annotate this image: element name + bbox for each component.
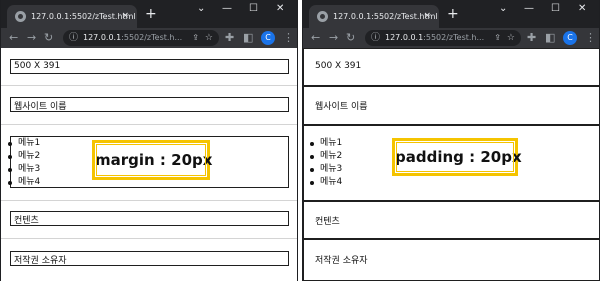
profile-avatar[interactable]: C bbox=[261, 31, 275, 45]
browser-window-padding: 127.0.0.1:5502/zTest.html × + ⌄ — ☐ ✕ ← … bbox=[302, 0, 600, 281]
share-icon[interactable]: ⇪ bbox=[494, 30, 501, 46]
nav-menu: 메뉴1 메뉴2 메뉴3 메뉴4 bbox=[7, 137, 40, 189]
browser-toolbar: ← → ↻ ⓘ 127.0.0.1:5502/zTest.h... ⇪ ☆ ✚ … bbox=[303, 28, 599, 48]
menu-item[interactable]: 메뉴2 bbox=[7, 150, 40, 163]
size-box: 500 X 391 bbox=[10, 59, 289, 74]
close-window-button[interactable]: ✕ bbox=[276, 2, 284, 16]
address-bar[interactable]: ⓘ 127.0.0.1:5502/zTest.h... ⇪ ☆ bbox=[63, 30, 219, 46]
divider bbox=[1, 238, 297, 239]
footer-box: 저작권 소유자 bbox=[10, 251, 289, 266]
tab-title: 127.0.0.1:5502/zTest.html bbox=[31, 12, 136, 21]
reload-icon[interactable]: ↻ bbox=[44, 28, 53, 48]
side-panel-icon[interactable]: ◧ bbox=[243, 28, 253, 48]
site-name-label: 웹사이트 이름 bbox=[14, 102, 67, 112]
url-text: 127.0.0.1:5502/zTest.h... bbox=[83, 33, 183, 42]
content-label: 컨텐츠 bbox=[315, 217, 340, 227]
content-box: 컨텐츠 bbox=[10, 211, 289, 226]
browser-toolbar: ← → ↻ ⓘ 127.0.0.1:5502/zTest.h... ⇪ ☆ ✚ … bbox=[1, 28, 297, 48]
maximize-button[interactable]: ☐ bbox=[249, 2, 258, 16]
globe-icon bbox=[317, 11, 328, 22]
menu-item[interactable]: 메뉴4 bbox=[7, 176, 40, 189]
side-panel-icon[interactable]: ◧ bbox=[545, 28, 555, 48]
tab-strip: 127.0.0.1:5502/zTest.html × + ⌄ — ☐ ✕ bbox=[1, 0, 297, 28]
nav-menu: 메뉴1 메뉴2 메뉴3 메뉴4 bbox=[309, 137, 342, 189]
site-info-icon[interactable]: ⓘ bbox=[69, 30, 78, 46]
close-window-button[interactable]: ✕ bbox=[578, 2, 586, 16]
menu-item[interactable]: 메뉴3 bbox=[7, 163, 40, 176]
margin-callout: margin : 20px bbox=[92, 140, 212, 180]
footer-box: 저작권 소유자 bbox=[303, 239, 599, 281]
divider bbox=[1, 200, 297, 201]
close-tab-icon[interactable]: × bbox=[121, 5, 129, 28]
extensions-icon[interactable]: ✚ bbox=[225, 28, 234, 48]
forward-icon[interactable]: → bbox=[27, 28, 36, 48]
maximize-button[interactable]: ☐ bbox=[551, 2, 560, 16]
divider bbox=[1, 85, 297, 86]
padding-callout: padding : 20px bbox=[392, 138, 522, 176]
tab-search-icon[interactable]: ⌄ bbox=[197, 2, 205, 16]
menu-item[interactable]: 메뉴3 bbox=[309, 163, 342, 176]
url-text: 127.0.0.1:5502/zTest.h... bbox=[385, 33, 485, 42]
tab-title: 127.0.0.1:5502/zTest.html bbox=[333, 12, 438, 21]
browser-tab[interactable]: 127.0.0.1:5502/zTest.html × bbox=[309, 5, 439, 28]
copyright-label: 저작권 소유자 bbox=[14, 256, 67, 266]
header-box: 웹사이트 이름 bbox=[303, 86, 599, 125]
browser-tab[interactable]: 127.0.0.1:5502/zTest.html × bbox=[7, 5, 137, 28]
reload-icon[interactable]: ↻ bbox=[346, 28, 355, 48]
kebab-menu-icon[interactable]: ⋮ bbox=[585, 28, 596, 48]
page-viewport: 500 X 391 웹사이트 이름 메뉴1 메뉴2 메뉴3 메뉴4 컨텐츠 저작… bbox=[1, 48, 297, 281]
extensions-icon[interactable]: ✚ bbox=[527, 28, 536, 48]
back-icon[interactable]: ← bbox=[9, 28, 18, 48]
copyright-label: 저작권 소유자 bbox=[315, 256, 368, 266]
back-icon[interactable]: ← bbox=[311, 28, 320, 48]
menu-item[interactable]: 메뉴1 bbox=[7, 137, 40, 150]
tab-strip: 127.0.0.1:5502/zTest.html × + ⌄ — ☐ ✕ bbox=[303, 0, 599, 28]
browser-window-margin: 127.0.0.1:5502/zTest.html × + ⌄ — ☐ ✕ ← … bbox=[0, 0, 298, 281]
bookmark-star-icon[interactable]: ☆ bbox=[507, 30, 515, 46]
globe-icon bbox=[15, 11, 26, 22]
menu-item[interactable]: 메뉴1 bbox=[309, 137, 342, 150]
size-box: 500 X 391 bbox=[303, 48, 599, 86]
minimize-button[interactable]: — bbox=[222, 2, 232, 16]
bookmark-star-icon[interactable]: ☆ bbox=[205, 30, 213, 46]
forward-icon[interactable]: → bbox=[329, 28, 338, 48]
menu-item[interactable]: 메뉴2 bbox=[309, 150, 342, 163]
divider bbox=[1, 124, 297, 125]
size-label: 500 X 391 bbox=[14, 61, 61, 71]
close-tab-icon[interactable]: × bbox=[423, 5, 431, 28]
share-icon[interactable]: ⇪ bbox=[192, 30, 199, 46]
header-box: 웹사이트 이름 bbox=[10, 97, 289, 112]
tab-search-icon[interactable]: ⌄ bbox=[499, 2, 507, 16]
minimize-button[interactable]: — bbox=[524, 2, 534, 16]
page-viewport: 500 X 391 웹사이트 이름 메뉴1 메뉴2 메뉴3 메뉴4 컨텐츠 저작… bbox=[303, 48, 599, 281]
site-info-icon[interactable]: ⓘ bbox=[371, 30, 380, 46]
site-name-label: 웹사이트 이름 bbox=[315, 102, 368, 112]
content-box: 컨텐츠 bbox=[303, 201, 599, 239]
address-bar[interactable]: ⓘ 127.0.0.1:5502/zTest.h... ⇪ ☆ bbox=[365, 30, 521, 46]
kebab-menu-icon[interactable]: ⋮ bbox=[283, 28, 294, 48]
content-label: 컨텐츠 bbox=[14, 216, 39, 226]
profile-avatar[interactable]: C bbox=[563, 31, 577, 45]
new-tab-button[interactable]: + bbox=[145, 4, 157, 24]
menu-item[interactable]: 메뉴4 bbox=[309, 176, 342, 189]
new-tab-button[interactable]: + bbox=[447, 4, 459, 24]
size-label: 500 X 391 bbox=[315, 61, 362, 71]
